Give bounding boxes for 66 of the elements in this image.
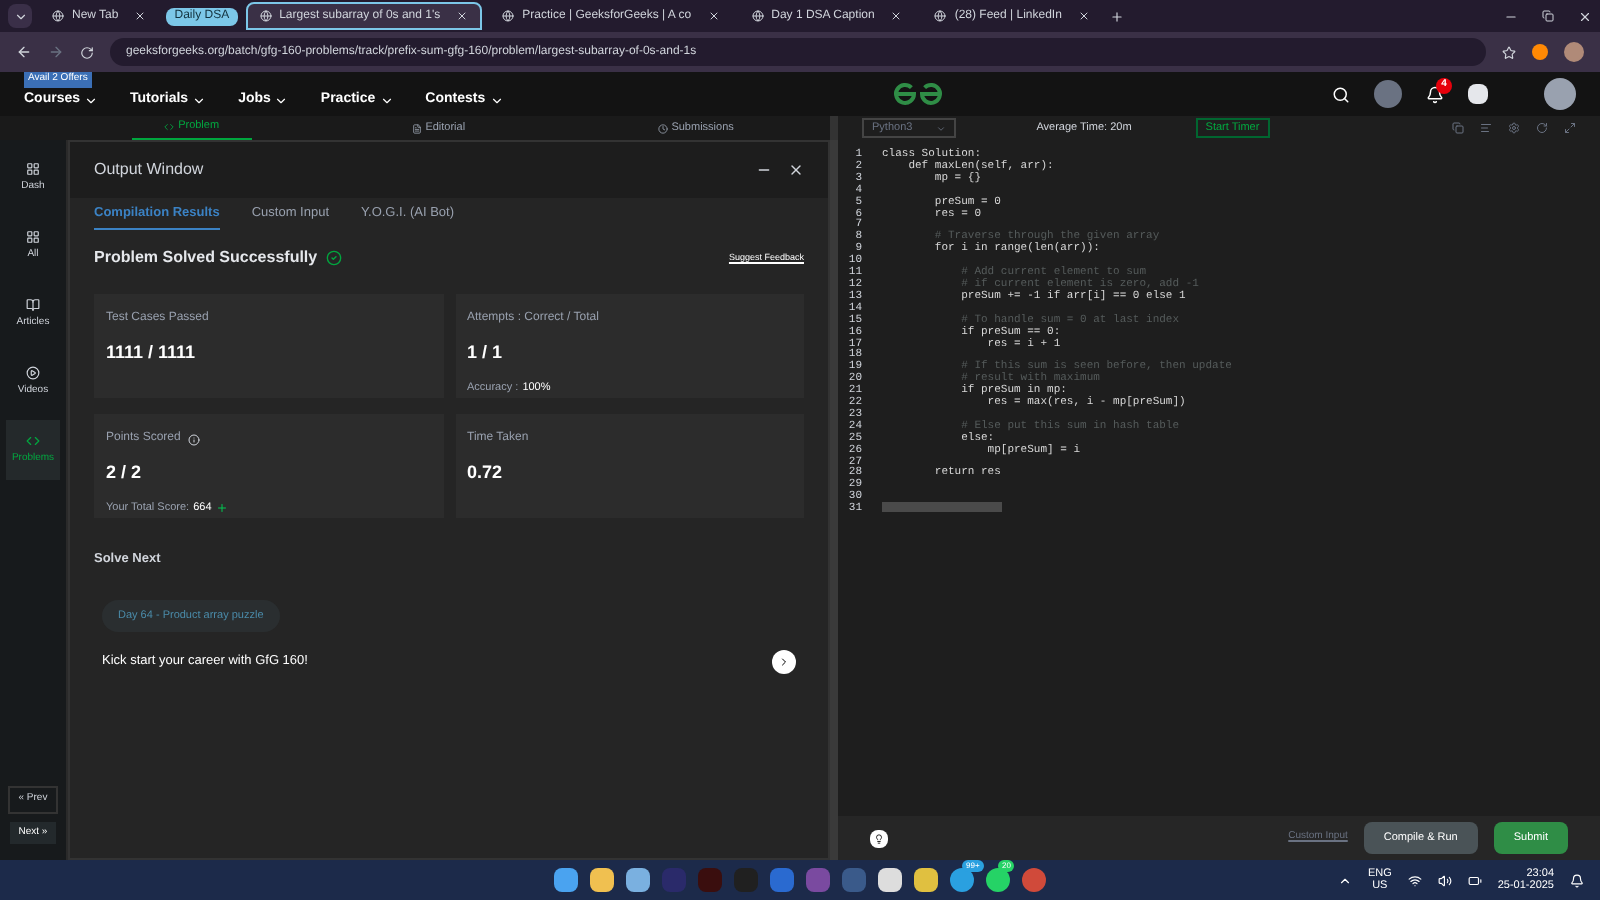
chevron-icon [274, 93, 289, 107]
window-title: Output Window [94, 158, 206, 182]
tab-icon [164, 122, 175, 132]
chevron-icon [379, 93, 394, 107]
app-icon[interactable] [626, 868, 650, 892]
close-icon[interactable] [134, 10, 147, 22]
user-avatar[interactable] [1544, 78, 1576, 110]
sidebar-icon [26, 297, 40, 312]
sidebar-icon [26, 229, 40, 244]
settings-icon[interactable] [1508, 122, 1520, 134]
plus-icon [215, 501, 228, 514]
app-icon[interactable] [914, 868, 938, 892]
bookmark-icon[interactable] [1502, 45, 1516, 59]
theme-toggle[interactable] [1374, 80, 1402, 108]
stat-value: 1 / 1 [467, 340, 505, 366]
reload-icon[interactable] [80, 45, 94, 59]
battery-icon[interactable] [1467, 873, 1482, 887]
sidebar-icon [26, 433, 40, 448]
tab-icon [411, 123, 422, 133]
wifi-icon[interactable] [1407, 873, 1422, 887]
close-icon[interactable] [1578, 9, 1592, 23]
restore-icon[interactable] [1542, 10, 1554, 22]
close-icon[interactable] [788, 162, 804, 178]
app-icon[interactable] [554, 868, 578, 892]
favicon-icon [502, 10, 515, 22]
tab-icon [657, 123, 668, 133]
sidebar-icon [26, 365, 40, 380]
chevron-icon [778, 655, 790, 668]
tab-search-icon[interactable] [8, 4, 32, 28]
stat-value: 1111 / 1111 [106, 340, 198, 366]
format-icon[interactable] [1480, 122, 1492, 134]
reset-icon[interactable] [1536, 122, 1548, 134]
app-icon[interactable] [590, 868, 614, 892]
chevron-icon [84, 93, 99, 107]
tray-icon[interactable] [1337, 873, 1352, 887]
new-tab-icon[interactable] [1109, 9, 1124, 23]
favicon-icon [259, 10, 272, 22]
search-icon[interactable] [1332, 85, 1350, 103]
copy-icon[interactable] [1452, 122, 1464, 134]
notification-icon[interactable] [1570, 873, 1584, 887]
close-icon[interactable] [456, 10, 469, 22]
bulb-icon[interactable] [870, 829, 888, 847]
forward-icon[interactable] [48, 44, 64, 60]
chevron-icon [936, 123, 947, 133]
app-icon[interactable] [986, 868, 1010, 892]
chevron-icon [192, 93, 207, 107]
close-icon[interactable] [707, 10, 720, 22]
stat-value: 0.72 [467, 460, 505, 486]
check-icon [325, 250, 342, 266]
app-icon[interactable] [950, 868, 974, 892]
close-icon[interactable] [890, 10, 903, 22]
back-icon[interactable] [16, 44, 32, 60]
success-heading: Problem Solved Successfully [94, 246, 318, 270]
stat-value: 2 / 2 [106, 460, 144, 486]
logo-icon [891, 82, 944, 106]
volume-icon[interactable] [1437, 873, 1452, 887]
profile-avatar[interactable] [1564, 42, 1584, 62]
sidebar-icon [26, 161, 40, 176]
close-icon[interactable] [1077, 10, 1090, 22]
chevron-icon [489, 93, 504, 107]
favicon-icon [52, 10, 64, 22]
favicon-icon [934, 10, 947, 22]
bell-icon[interactable] [1426, 85, 1444, 103]
favicon-icon [751, 10, 764, 22]
arrow-button[interactable] [772, 649, 796, 674]
app-icon[interactable] [878, 868, 902, 892]
